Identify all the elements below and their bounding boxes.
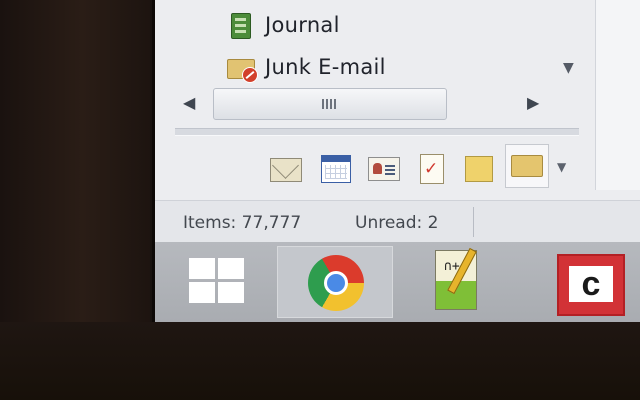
scroll-right-arrow-icon[interactable]: ▶ bbox=[527, 93, 539, 112]
pane-splitter[interactable] bbox=[175, 128, 579, 136]
scroll-left-arrow-icon[interactable]: ◀ bbox=[183, 93, 195, 112]
folder-journal[interactable]: Journal bbox=[225, 8, 340, 42]
folder-list-icon[interactable] bbox=[505, 144, 549, 188]
c-app-letter: c bbox=[569, 266, 613, 302]
start-button[interactable] bbox=[155, 246, 267, 316]
journal-icon bbox=[225, 11, 257, 39]
folder-junk-email[interactable]: Junk E-mail bbox=[225, 50, 386, 84]
contacts-icon[interactable] bbox=[367, 152, 401, 184]
grip-icon bbox=[322, 99, 338, 109]
status-unread-count: Unread: 2 bbox=[355, 213, 439, 233]
junk-email-icon bbox=[225, 53, 258, 83]
notepad-mark: ∩++ bbox=[444, 259, 468, 274]
status-items-count: Items: 77,777 bbox=[183, 213, 302, 233]
windows-start-icon bbox=[189, 258, 245, 304]
calendar-icon[interactable] bbox=[319, 152, 353, 184]
monitor-bezel-bottom bbox=[0, 322, 640, 400]
folder-label-junk-email: Junk E-mail bbox=[265, 55, 386, 79]
reading-pane-edge bbox=[595, 0, 640, 190]
status-bar: Items: 77,777 Unread: 2 bbox=[155, 200, 640, 243]
taskbar-notepad-plus-plus-button[interactable]: ∩++ bbox=[399, 246, 519, 316]
screen: Journal Junk E-mail ▼ ◀ ▶ ▼ Items: 77,77… bbox=[152, 0, 640, 322]
mail-icon[interactable] bbox=[269, 152, 303, 184]
taskbar-c-app-button[interactable]: c bbox=[541, 246, 640, 316]
taskbar-chrome-button[interactable] bbox=[277, 246, 393, 318]
notes-icon[interactable] bbox=[461, 152, 495, 184]
taskbar: ∩++ c bbox=[155, 242, 640, 322]
notepad-plus-plus-icon: ∩++ bbox=[435, 250, 477, 310]
horizontal-scrollbar-thumb[interactable] bbox=[213, 88, 447, 120]
c-app-icon: c bbox=[557, 254, 625, 316]
chrome-icon bbox=[308, 255, 364, 311]
folder-label-journal: Journal bbox=[265, 13, 340, 37]
configure-buttons-chevron-icon[interactable]: ▼ bbox=[557, 160, 566, 174]
tasks-icon[interactable] bbox=[415, 152, 449, 184]
scroll-down-arrow-icon[interactable]: ▼ bbox=[563, 60, 574, 76]
status-separator bbox=[473, 207, 474, 237]
